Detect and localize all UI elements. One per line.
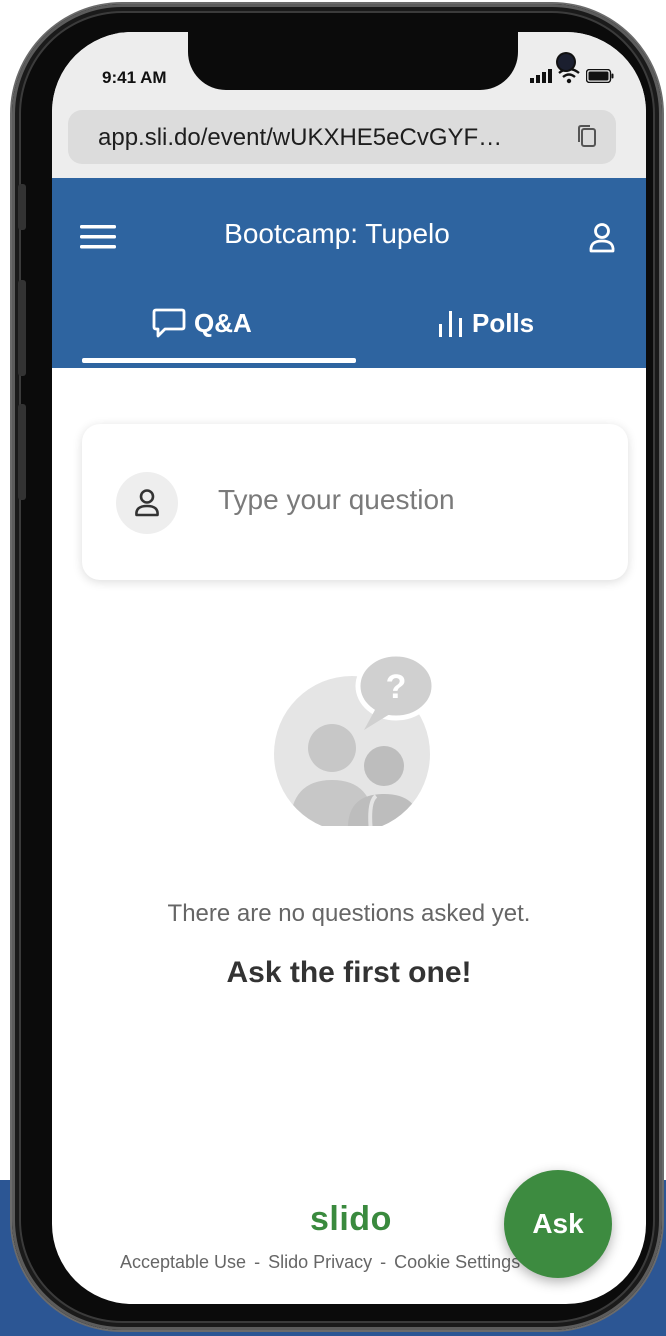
hamburger-menu-icon[interactable] — [80, 224, 116, 250]
user-icon — [135, 489, 159, 517]
question-mark-icon: ? — [386, 668, 407, 706]
footer-separator: - — [380, 1252, 387, 1272]
battery-icon — [586, 69, 614, 83]
url-text: app.sli.do/event/wUKXHE5eCvGYF… — [98, 124, 503, 151]
volume-up-button — [18, 280, 26, 376]
phone-screen: 9:41 AM app.sli.do/event/wUKXHE5eCvGYF… … — [52, 32, 646, 1304]
footer-link-privacy[interactable]: Slido Privacy — [268, 1252, 372, 1272]
empty-state-illustration: ? — [274, 651, 437, 826]
copy-icon[interactable] — [576, 124, 598, 148]
app-header: Bootcamp: Tupelo Q&A Polls — [52, 178, 646, 368]
footer-links: Acceptable Use - Slido Privacy - Cookie Sett… — [120, 1252, 520, 1273]
empty-state-cta: Ask the first one! — [226, 956, 472, 989]
tab-polls[interactable]: Polls — [438, 300, 534, 346]
tab-qa-label: Q&A — [194, 307, 252, 338]
wifi-icon — [558, 68, 580, 84]
tab-polls-label: Polls — [472, 307, 535, 338]
status-icons — [530, 68, 614, 84]
slido-logo: slido — [310, 1200, 392, 1238]
status-time: 9:41 AM — [102, 68, 167, 87]
question-input-placeholder[interactable]: Type your question — [218, 484, 455, 516]
front-camera — [558, 54, 574, 70]
phone-frame: 9:41 AM app.sli.do/event/wUKXHE5eCvGYF… … — [12, 4, 662, 1330]
event-title: Bootcamp: Tupelo — [224, 218, 450, 249]
url-field[interactable]: app.sli.do/event/wUKXHE5eCvGYF… — [68, 110, 616, 164]
tab-qa[interactable]: Q&A — [152, 300, 252, 346]
active-tab-indicator — [82, 358, 356, 363]
empty-state-message: There are no questions asked yet. — [167, 900, 531, 927]
browser-bar: app.sli.do/event/wUKXHE5eCvGYF… — [52, 102, 646, 178]
bar-chart-icon — [439, 311, 462, 337]
mute-switch — [18, 184, 26, 230]
signal-icon — [530, 69, 552, 83]
phone-notch — [188, 32, 574, 90]
user-profile-icon[interactable] — [588, 222, 616, 254]
footer-link-acceptable-use[interactable]: Acceptable Use — [120, 1252, 246, 1272]
chat-bubble-icon — [152, 308, 186, 338]
avatar — [116, 472, 178, 534]
ask-button[interactable]: Ask — [504, 1170, 612, 1278]
footer-link-cookie-settings[interactable]: Cookie Settings — [394, 1252, 520, 1272]
question-input-card[interactable]: Type your question — [82, 424, 628, 580]
footer-separator: - — [254, 1252, 261, 1272]
volume-down-button — [18, 404, 26, 500]
